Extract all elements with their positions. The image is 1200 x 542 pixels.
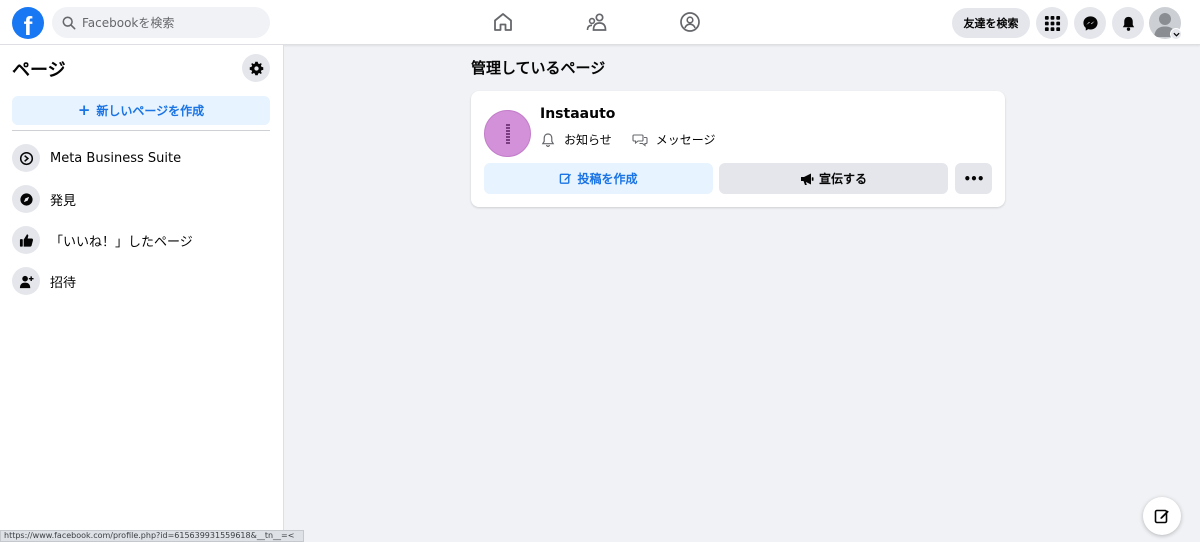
sidebar-item-invitations[interactable]: 招待 [12, 263, 274, 299]
sidebar-title: ページ [12, 60, 66, 81]
add-person-icon [19, 275, 34, 288]
search-input[interactable] [82, 15, 262, 30]
page-card: Instaauto お知らせ メッセージ 投稿を作成 宣伝する ••• [471, 91, 1005, 207]
groups-nav-button[interactable] [678, 10, 702, 34]
chat-bubbles-icon [632, 133, 648, 147]
compose-icon [1154, 509, 1169, 524]
more-dots-icon: ••• [963, 171, 984, 186]
sidebar-item-liked-pages[interactable]: 「いいね！」したページ [12, 222, 274, 258]
find-friends-button[interactable]: 友達を検索 [952, 8, 1030, 38]
browser-status-bar: https://www.facebook.com/profile.php?id=… [0, 530, 304, 542]
new-message-button[interactable] [1143, 497, 1181, 535]
create-new-page-button[interactable]: + 新しいページを作成 [12, 96, 270, 125]
facebook-logo[interactable]: f [12, 7, 44, 39]
create-post-button[interactable]: 投稿を作成 [484, 163, 713, 194]
sidebar-divider [12, 130, 270, 131]
thumbs-up-icon [19, 233, 33, 247]
megaphone-icon [800, 173, 814, 185]
sidebar-item-label: 発見 [50, 193, 77, 209]
messenger-icon [1082, 15, 1098, 31]
pages-sidebar: ページ + 新しいページを作成 Meta Business Suite 発見 「… [0, 45, 284, 542]
plus-icon: + [77, 101, 91, 119]
chevron-down-icon [1172, 32, 1180, 37]
sidebar-item-discover[interactable]: 発見 [12, 181, 274, 217]
home-icon [494, 13, 512, 31]
menu-grid-icon [1044, 15, 1060, 31]
bell-outline-icon [541, 132, 555, 147]
managed-pages-heading: 管理しているページ [471, 59, 606, 77]
notifications-button[interactable] [1112, 7, 1144, 39]
friends-icon [586, 13, 607, 31]
sidebar-item-label: Meta Business Suite [50, 150, 182, 166]
page-messages-link[interactable]: メッセージ [632, 131, 716, 148]
menu-button[interactable] [1036, 7, 1068, 39]
friends-nav-button[interactable] [585, 10, 609, 34]
sidebar-item-label: 「いいね！」したページ [50, 234, 193, 250]
messenger-button[interactable] [1074, 7, 1106, 39]
promote-button[interactable]: 宣伝する [719, 163, 948, 194]
more-options-button[interactable]: ••• [955, 163, 992, 194]
search-box[interactable] [52, 7, 270, 38]
account-menu-toggle[interactable] [1170, 28, 1182, 40]
sidebar-item-meta-business-suite[interactable]: Meta Business Suite [12, 140, 274, 176]
settings-button[interactable] [242, 54, 270, 82]
compass-icon [19, 192, 33, 206]
home-nav-button[interactable] [491, 10, 515, 34]
bell-icon [1122, 16, 1134, 31]
edit-icon [560, 173, 572, 184]
page-avatar[interactable] [484, 110, 531, 157]
page-avatar-glyph [505, 123, 510, 144]
sidebar-item-label: 招待 [50, 275, 77, 291]
search-icon [62, 16, 76, 29]
top-navigation-bar: f 友達を検索 [0, 0, 1200, 45]
page-notifications-link[interactable]: お知らせ [540, 131, 612, 148]
page-name[interactable]: Instaauto [540, 106, 615, 122]
meta-business-suite-icon [19, 151, 33, 165]
gear-icon [249, 61, 263, 75]
groups-icon [680, 12, 700, 32]
